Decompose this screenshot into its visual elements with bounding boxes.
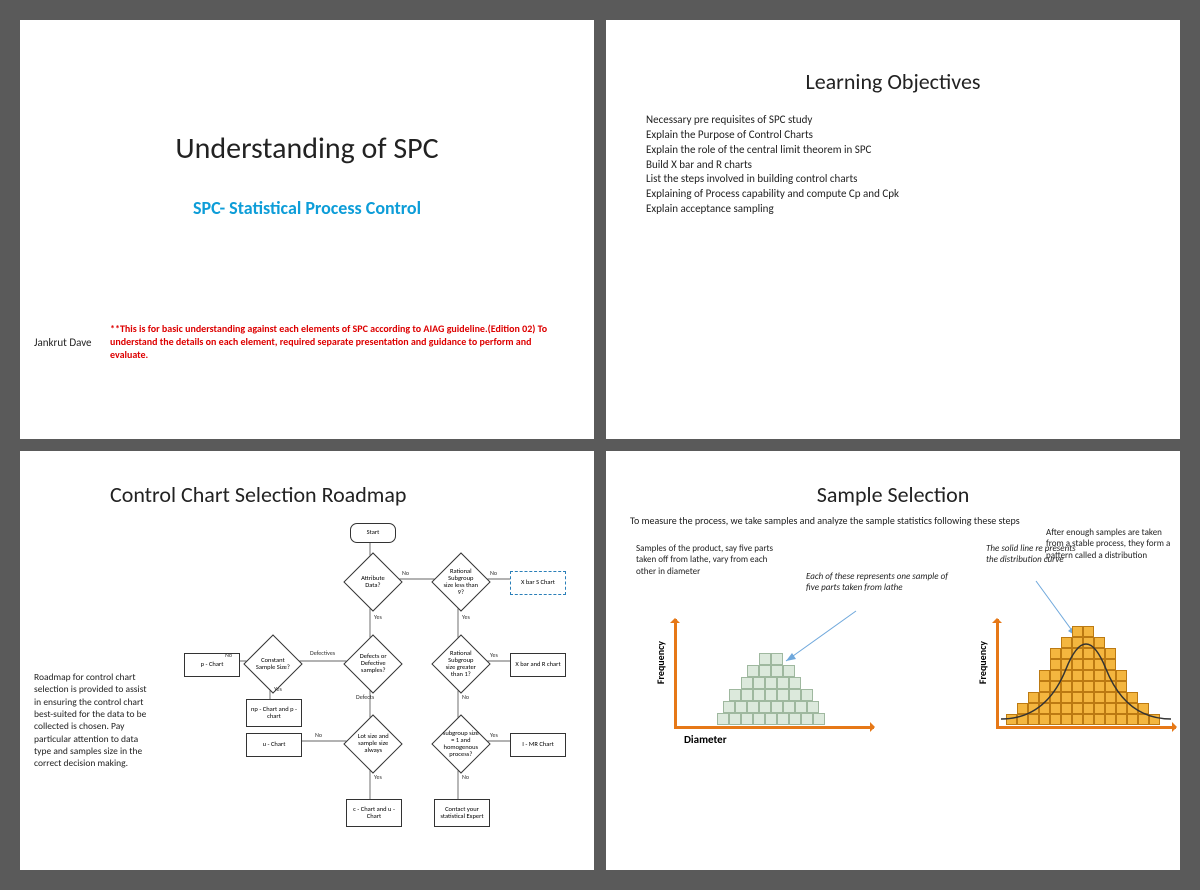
flow-label-no: No — [315, 731, 322, 739]
flow-label-no: No — [490, 569, 497, 577]
flow-label-no: No — [462, 773, 469, 781]
flow-label-yes: Yes — [490, 651, 498, 659]
slide-3-roadmap: Control Chart Selection Roadmap Roadmap … — [20, 451, 594, 870]
bell-curve-icon — [996, 619, 1176, 729]
flow-label-yes: Yes — [462, 613, 470, 621]
flow-label-yes: Yes — [274, 685, 282, 693]
flow-c-chart: c - Chart and u - Chart — [346, 799, 402, 827]
list-item: Explain the role of the central limit th… — [646, 143, 1180, 158]
flow-np-chart: np - Chart and p - chart — [246, 699, 302, 727]
flow-label-defectives: Defectives — [310, 649, 335, 657]
flow-label-no: No — [225, 651, 232, 659]
flow-label-defects: Defects — [356, 693, 374, 701]
list-item: Explain the Purpose of Control Charts — [646, 128, 1180, 143]
flow-u-chart: u - Chart — [246, 733, 302, 757]
flow-label-yes: Yes — [374, 613, 382, 621]
author-name: Jankrut Dave — [34, 336, 92, 349]
slide-title: Control Chart Selection Roadmap — [110, 481, 594, 508]
slide-2-objectives: Learning Objectives Necessary pre requis… — [606, 20, 1180, 439]
list-item: List the steps involved in building cont… — [646, 172, 1180, 187]
flow-label-yes: Yes — [490, 731, 498, 739]
flow-xbar-r: X bar and R chart — [510, 653, 566, 677]
presentation-subtitle: SPC- Statistical Process Control — [20, 197, 594, 220]
list-item: Necessary pre requisites of SPC study — [646, 113, 1180, 128]
flowchart: Start Attribute Data? Rational Subgroup … — [170, 521, 570, 861]
flow-xbar-s: X bar S Chart — [510, 571, 566, 595]
list-item: Explain acceptance sampling — [646, 202, 1180, 217]
roadmap-description: Roadmap for control chart selection is p… — [34, 671, 154, 770]
y-axis-label: Frequency — [976, 641, 989, 684]
slide-1-title: Understanding of SPC SPC- Statistical Pr… — [20, 20, 594, 439]
objectives-list: Necessary pre requisites of SPC study Ex… — [646, 113, 1180, 217]
slide-4-sample-selection: Sample Selection To measure the process,… — [606, 451, 1180, 870]
list-item: Explaining of Process capability and com… — [646, 187, 1180, 202]
list-item: Build X bar and R charts — [646, 158, 1180, 173]
flow-expert: Contact your statistical Expert — [434, 799, 490, 827]
flow-label-yes: Yes — [374, 773, 382, 781]
flow-imr-chart: I - MR Chart — [510, 733, 566, 757]
flow-start: Start — [350, 523, 396, 543]
presentation-title: Understanding of SPC — [20, 130, 594, 167]
flow-label-no: No — [402, 569, 409, 577]
disclaimer-note: **This is for basic understanding agains… — [110, 322, 564, 361]
flow-label-no: No — [462, 693, 469, 701]
slide-title: Learning Objectives — [606, 68, 1180, 95]
